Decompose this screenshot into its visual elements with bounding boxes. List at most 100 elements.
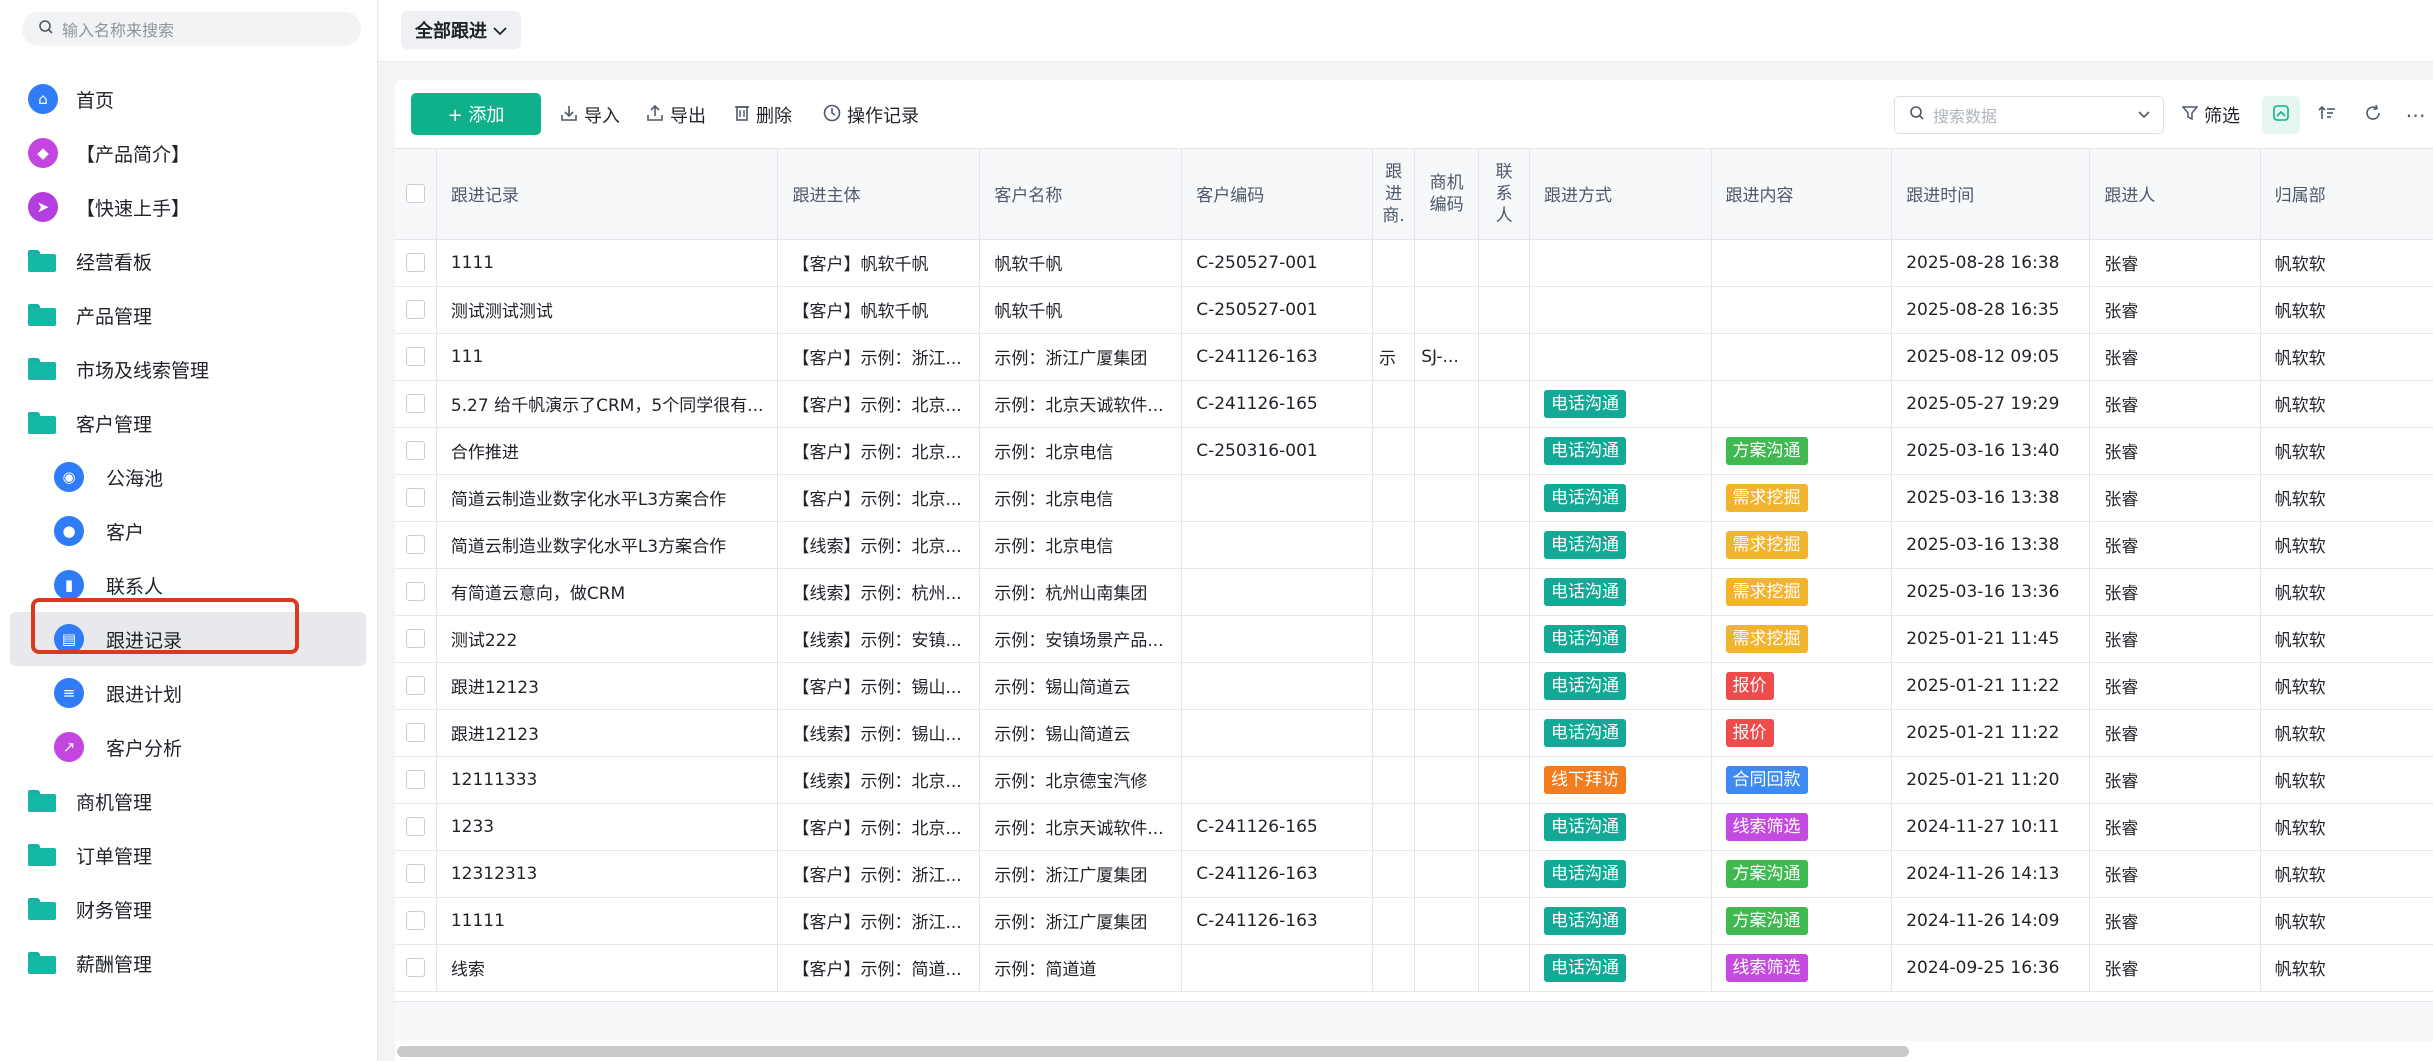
sidebar-item[interactable]: ⌂ 首页 <box>10 72 366 126</box>
sidebar-item[interactable]: ● 客户 <box>10 504 366 558</box>
sort-button[interactable] <box>2308 96 2346 134</box>
row-select-cell[interactable] <box>395 568 437 616</box>
data-search-input[interactable]: 搜索数据 <box>1894 96 2164 134</box>
row-checkbox[interactable] <box>405 723 425 742</box>
filter-button[interactable]: 筛选 <box>2181 102 2240 128</box>
select-all-checkbox[interactable] <box>405 184 425 204</box>
column-header[interactable]: 跟进方式 <box>1529 149 1712 240</box>
row-select-cell[interactable] <box>395 333 437 381</box>
view-filter-dropdown[interactable]: 全部跟进 <box>401 11 521 49</box>
table-row[interactable]: 111 【客户】示例：浙江... 示例：浙江广厦集团 C-241126-163 示 SJ-… <box>395 333 2433 381</box>
table-row[interactable]: 测试222 【线索】示例：安镇... 示例：安镇场景产品... 电话沟通 需求挖掘 202… <box>395 615 2433 663</box>
row-checkbox[interactable] <box>405 864 425 883</box>
sidebar-item[interactable]: 市场及线索管理 <box>10 342 366 396</box>
column-header[interactable]: 归属部 <box>2260 149 2433 240</box>
sidebar-item[interactable]: ↗ 客户分析 <box>10 720 366 774</box>
sidebar-item[interactable]: 商机管理 <box>10 774 366 828</box>
sidebar-item[interactable]: ≡ 跟进计划 <box>10 666 366 720</box>
table-row[interactable]: 1111 【客户】帆软千帆 帆软千帆 C-250527-001 2025-08-28 1… <box>395 239 2433 287</box>
column-header[interactable]: 跟进人 <box>2089 149 2261 240</box>
sidebar-item[interactable]: ◉ 公海池 <box>10 450 366 504</box>
row-select-cell[interactable] <box>395 850 437 898</box>
cell-oppcode <box>1414 239 1480 287</box>
cell-opp <box>1372 615 1416 663</box>
select-all-header[interactable] <box>395 149 437 240</box>
row-checkbox[interactable] <box>405 958 425 977</box>
row-checkbox[interactable] <box>405 582 425 601</box>
column-header[interactable]: 跟进内容 <box>1711 149 1893 240</box>
sidebar-item[interactable]: 经营看板 <box>10 234 366 288</box>
row-select-cell[interactable] <box>395 380 437 428</box>
sidebar-item[interactable]: 薪酬管理 <box>10 936 366 990</box>
cell-record: 11111 <box>436 897 779 945</box>
sidebar-item[interactable]: ➤ 【快速上手】 <box>10 180 366 234</box>
export-button[interactable]: 导出 <box>646 102 706 128</box>
horizontal-scrollbar[interactable] <box>397 1046 1909 1057</box>
table-row[interactable]: 12312313 【客户】示例：浙江... 示例：浙江广厦集团 C-241126-16… <box>395 850 2433 898</box>
row-select-cell[interactable] <box>395 474 437 522</box>
column-header[interactable]: 跟进主体 <box>777 149 981 240</box>
table-row[interactable]: 有简道云意向，做CRM 【线索】示例：杭州... 示例：杭州山南集团 电话沟通 需求挖掘… <box>395 568 2433 616</box>
column-header[interactable]: 客户名称 <box>979 149 1183 240</box>
column-header[interactable]: 跟进记录 <box>436 149 779 240</box>
table-row[interactable]: 合作推进 【客户】示例：北京... 示例：北京电信 C-250316-001 电话沟通 方… <box>395 427 2433 475</box>
column-header[interactable]: 客户编码 <box>1181 149 1373 240</box>
cell-method: 电话沟通 <box>1529 803 1712 851</box>
column-header[interactable]: 跟进时间 <box>1891 149 2091 240</box>
row-select-cell[interactable] <box>395 521 437 569</box>
row-checkbox[interactable] <box>405 911 425 930</box>
row-select-cell[interactable] <box>395 239 437 287</box>
column-header[interactable]: 跟 进 商. <box>1372 149 1416 240</box>
import-button[interactable]: 导入 <box>560 102 620 128</box>
row-select-cell[interactable] <box>395 427 437 475</box>
delete-button[interactable]: 删除 <box>734 102 792 128</box>
table-row[interactable]: 5.27 给千帆演示了CRM，5个同学很有... 【客户】示例：北京... 示例：北… <box>395 380 2433 428</box>
row-checkbox[interactable] <box>405 253 425 272</box>
sidebar-item[interactable]: 订单管理 <box>10 828 366 882</box>
sidebar-item[interactable]: ◆ 【产品简介】 <box>10 126 366 180</box>
table-row[interactable]: 1233 【客户】示例：北京... 示例：北京天诚软件... C-241126-165… <box>395 803 2433 851</box>
tag-icon: ◆ <box>28 138 58 168</box>
row-checkbox[interactable] <box>405 770 425 789</box>
row-checkbox[interactable] <box>405 394 425 413</box>
row-select-cell[interactable] <box>395 709 437 757</box>
table-row[interactable]: 测试测试测试 【客户】帆软千帆 帆软千帆 C-250527-001 2025-08-28… <box>395 286 2433 334</box>
sidebar-search[interactable]: 输入名称来搜索 <box>22 12 361 46</box>
table-row[interactable]: 11111 【客户】示例：浙江... 示例：浙江广厦集团 C-241126-163 电话… <box>395 897 2433 945</box>
table-row[interactable]: 简道云制造业数字化水平L3方案合作 【客户】示例：北京... 示例：北京电信 电话沟通… <box>395 474 2433 522</box>
row-checkbox[interactable] <box>405 676 425 695</box>
table-row[interactable]: 线索 【客户】示例：简道... 示例：简道道 电话沟通 线索筛选 2024-09-25 1… <box>395 944 2433 992</box>
sidebar-item[interactable]: 产品管理 <box>10 288 366 342</box>
add-button[interactable]: + 添加 <box>411 93 541 135</box>
row-checkbox[interactable] <box>405 535 425 554</box>
more-button[interactable]: ⋯ <box>2397 96 2433 134</box>
table-row[interactable]: 跟进12123 【客户】示例：锡山... 示例：锡山简道云 电话沟通 报价 2025-01… <box>395 662 2433 710</box>
table-row[interactable]: 跟进12123 【线索】示例：锡山... 示例：锡山简道云 电话沟通 报价 2025-01… <box>395 709 2433 757</box>
cell-code: C-250527-001 <box>1181 286 1373 334</box>
refresh-button[interactable] <box>2354 96 2392 134</box>
status-badge: 电话沟通 <box>1544 906 1627 935</box>
row-select-cell[interactable] <box>395 286 437 334</box>
row-select-cell[interactable] <box>395 756 437 804</box>
row-checkbox[interactable] <box>405 300 425 319</box>
row-select-cell[interactable] <box>395 944 437 992</box>
row-checkbox[interactable] <box>405 488 425 507</box>
sidebar-item[interactable]: 客户管理 <box>10 396 366 450</box>
row-checkbox[interactable] <box>405 347 425 366</box>
row-checkbox[interactable] <box>405 441 425 460</box>
card-view-button[interactable] <box>2262 96 2300 134</box>
row-select-cell[interactable] <box>395 897 437 945</box>
row-checkbox[interactable] <box>405 629 425 648</box>
row-select-cell[interactable] <box>395 615 437 663</box>
sidebar-item[interactable]: 财务管理 <box>10 882 366 936</box>
chevron-down-icon <box>2137 103 2151 131</box>
column-header[interactable]: 商机 编码 <box>1414 149 1480 240</box>
row-checkbox[interactable] <box>405 817 425 836</box>
row-select-cell[interactable] <box>395 803 437 851</box>
cell-customer: 示例：北京电信 <box>979 427 1183 475</box>
operation-log-button[interactable]: 操作记录 <box>823 102 919 128</box>
table-row[interactable]: 12111333 【线索】示例：北京... 示例：北京德宝汽修 线下拜访 合同回款 202… <box>395 756 2433 804</box>
row-select-cell[interactable] <box>395 662 437 710</box>
column-header[interactable]: 联 系 人 <box>1478 149 1531 240</box>
table-row[interactable]: 简道云制造业数字化水平L3方案合作 【线索】示例：北京... 示例：北京电信 电话沟通… <box>395 521 2433 569</box>
